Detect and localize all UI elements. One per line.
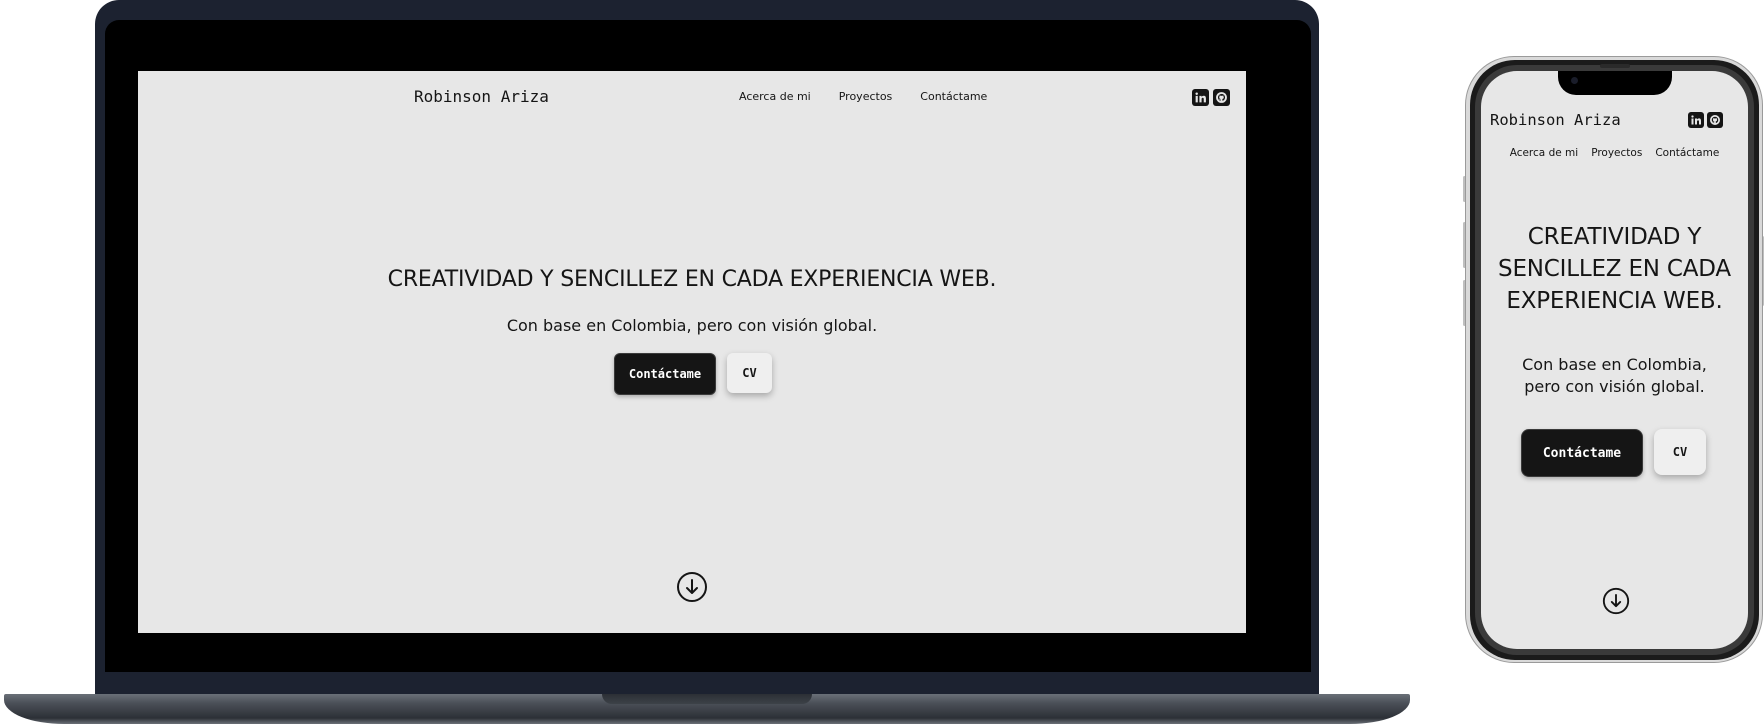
- contact-button[interactable]: Contáctame: [614, 353, 716, 395]
- github-icon[interactable]: [1707, 112, 1723, 128]
- mobile-contact-button[interactable]: Contáctame: [1521, 429, 1643, 477]
- mobile-hero-title-line: CREATIVIDAD Y: [1527, 224, 1702, 250]
- mobile-hero-title: CREATIVIDAD Y SENCILLEZ EN CADA EXPERIEN…: [1481, 221, 1748, 317]
- mobile-hero-title-line: SENCILLEZ EN CADA: [1498, 256, 1731, 282]
- hero-subtitle: Con base en Colombia, pero con visión gl…: [506, 316, 878, 335]
- desktop-nav: Acerca de mi Proyectos Contáctame: [739, 90, 987, 103]
- nav-projects[interactable]: Proyectos: [1591, 147, 1642, 159]
- nav-about[interactable]: Acerca de mi: [739, 90, 811, 103]
- phone-speaker: [1600, 64, 1630, 68]
- mobile-brand-logo[interactable]: Robinson Ariza: [1490, 111, 1621, 129]
- nav-about[interactable]: Acerca de mi: [1510, 147, 1578, 159]
- nav-contact[interactable]: Contáctame: [1655, 147, 1719, 159]
- mobile-hero-subtitle-line: Con base en Colombia,: [1522, 355, 1707, 374]
- laptop-notch: [602, 694, 812, 704]
- github-icon[interactable]: [1213, 89, 1230, 106]
- mobile-screen: Robinson Ariza Acerca de mi Proyectos Co…: [1481, 71, 1748, 649]
- brand-logo[interactable]: Robinson Ariza: [414, 87, 549, 106]
- phone-camera: [1571, 77, 1578, 84]
- linkedin-icon[interactable]: [1688, 112, 1704, 128]
- hero-title: CREATIVIDAD Y SENCILLEZ EN CADA EXPERIEN…: [387, 267, 997, 292]
- arrow-down-circle-icon[interactable]: [1601, 586, 1631, 616]
- nav-contact[interactable]: Contáctame: [920, 90, 987, 103]
- mobile-nav: Acerca de mi Proyectos Contáctame: [1481, 147, 1748, 159]
- desktop-screen: Robinson Ariza Acerca de mi Proyectos Co…: [138, 71, 1246, 633]
- mobile-hero-subtitle-line: pero con visión global.: [1524, 377, 1705, 396]
- mobile-cv-button[interactable]: CV: [1654, 429, 1706, 475]
- social-links: [1192, 89, 1230, 106]
- mobile-hero-subtitle: Con base en Colombia, pero con visión gl…: [1481, 354, 1748, 398]
- arrow-down-circle-icon[interactable]: [676, 571, 708, 603]
- linkedin-icon[interactable]: [1192, 89, 1209, 106]
- cv-button[interactable]: CV: [727, 353, 772, 393]
- mobile-social-links: [1688, 112, 1723, 128]
- nav-projects[interactable]: Proyectos: [839, 90, 893, 103]
- mobile-hero-title-line: EXPERIENCIA WEB.: [1506, 288, 1723, 314]
- laptop-hinge: [105, 673, 1311, 694]
